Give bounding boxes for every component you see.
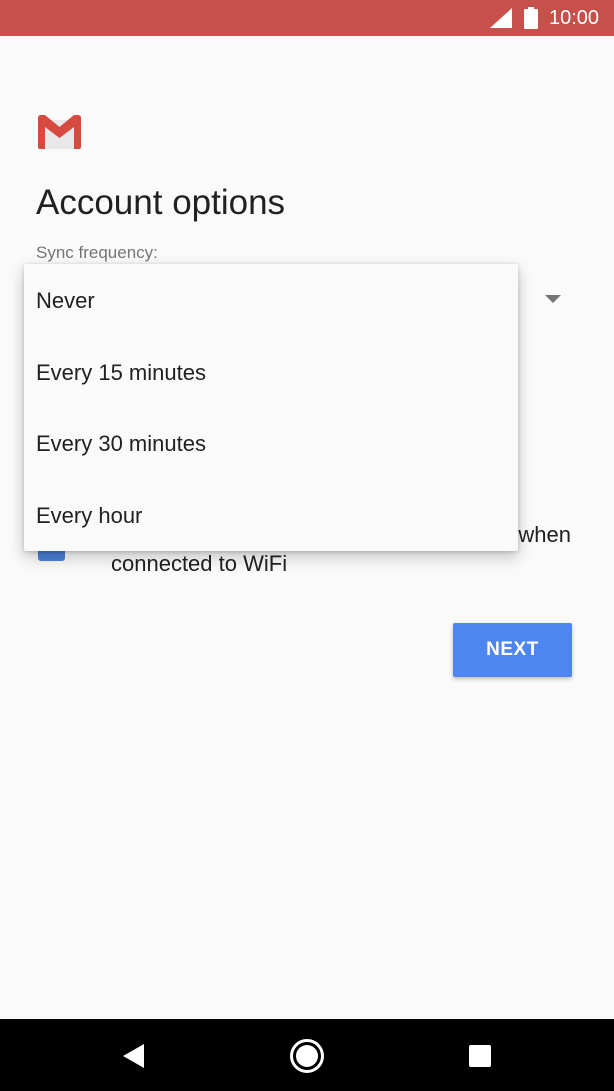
- status-bar: 10:00: [0, 0, 614, 36]
- sync-option-label: Every 15 minutes: [36, 360, 206, 385]
- status-time: 10:00: [549, 7, 600, 29]
- sync-option-never[interactable]: Never: [24, 264, 518, 336]
- next-button[interactable]: NEXT: [453, 623, 572, 677]
- sync-option-30-minutes[interactable]: Every 30 minutes: [24, 407, 518, 479]
- screen: 10:00 Account options Sync frequency: wh…: [0, 0, 614, 1091]
- gmail-logo-icon: [38, 115, 81, 149]
- sync-frequency-label: Sync frequency:: [36, 243, 158, 262]
- home-icon[interactable]: [289, 1038, 325, 1074]
- dropdown-arrow-icon[interactable]: [545, 295, 561, 303]
- sync-option-label: Every 30 minutes: [36, 431, 206, 456]
- sync-option-label: Never: [36, 288, 95, 313]
- battery-icon: [524, 7, 538, 29]
- signal-icon: [490, 8, 512, 28]
- recents-icon[interactable]: [469, 1045, 491, 1067]
- wifi-attachments-text-line-2: connected to WiFi: [111, 551, 288, 576]
- sync-option-label: Every hour: [36, 503, 143, 528]
- back-icon[interactable]: [120, 1043, 148, 1069]
- sync-frequency-dropdown: Never Every 15 minutes Every 30 minutes …: [24, 264, 518, 551]
- page-title: Account options: [36, 183, 286, 222]
- navigation-bar: [0, 1019, 614, 1091]
- sync-option-hour[interactable]: Every hour: [24, 479, 518, 551]
- sync-option-15-minutes[interactable]: Every 15 minutes: [24, 336, 518, 408]
